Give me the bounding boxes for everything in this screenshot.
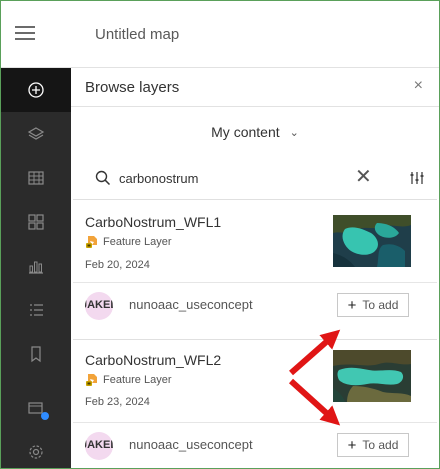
add-layer-button[interactable]: + To add (337, 293, 409, 317)
plus-icon: + (347, 296, 357, 314)
layer-card[interactable]: CarboNostrum_WFL1 Feature Layer Feb 20, … (73, 199, 437, 350)
search-input[interactable] (117, 166, 361, 190)
layer-date: Feb 20, 2024 (85, 259, 150, 271)
layer-type: Feature Layer (103, 374, 172, 386)
settings-icon[interactable] (1, 430, 71, 468)
content-source-label: My content (211, 124, 280, 140)
layer-card[interactable]: CarboNostrum_WFL2 Feature Layer Feb 23, … (73, 339, 437, 468)
avatar: JAKEL (85, 292, 113, 320)
notification-dot (41, 412, 49, 420)
add-icon[interactable] (1, 68, 71, 112)
chevron-down-icon: ⌄ (289, 126, 299, 139)
close-icon[interactable]: × (414, 77, 423, 95)
menu-icon[interactable] (15, 23, 35, 43)
feature-layer-icon (86, 374, 97, 386)
search-bar: ✕ (83, 158, 427, 198)
legend-icon[interactable] (1, 288, 71, 332)
layers-icon[interactable] (1, 112, 71, 156)
panel-title: Browse layers (85, 79, 180, 96)
map-thumbnail (333, 350, 411, 402)
owner-row: JAKEL nunoaac_useconcept + To add (73, 282, 437, 329)
table-icon[interactable] (1, 156, 71, 200)
avatar: JAKEL (85, 432, 113, 460)
basemap-icon[interactable] (1, 200, 71, 244)
side-rail (1, 68, 71, 468)
top-bar: Untitled map (1, 1, 439, 68)
bookmark-icon[interactable] (1, 332, 71, 376)
search-icon (95, 170, 111, 186)
map-thumbnail (333, 215, 411, 267)
content-source-dropdown[interactable]: My content ⌄ (71, 107, 439, 157)
add-button-label: To add (362, 438, 399, 452)
plus-icon: + (347, 436, 357, 454)
map-properties-icon[interactable] (1, 386, 71, 430)
owner-name: nunoaac_useconcept (129, 437, 253, 452)
charts-icon[interactable] (1, 244, 71, 288)
add-layer-button[interactable]: + To add (337, 433, 409, 457)
app-frame: Untitled map Browse layers × My content … (0, 0, 440, 469)
layer-type: Feature Layer (103, 236, 172, 248)
map-title: Untitled map (95, 26, 180, 43)
panel-header: Browse layers × (71, 68, 439, 107)
feature-layer-icon (86, 236, 97, 248)
layer-name: CarboNostrum_WFL1 (85, 214, 222, 230)
add-button-label: To add (362, 298, 399, 312)
layer-name: CarboNostrum_WFL2 (85, 352, 222, 368)
owner-row: JAKEL nunoaac_useconcept + To add (73, 422, 437, 468)
filter-icon[interactable] (409, 170, 425, 186)
browse-layers-panel: Browse layers × My content ⌄ ✕ CarboNost… (71, 68, 439, 468)
owner-name: nunoaac_useconcept (129, 297, 253, 312)
layer-date: Feb 23, 2024 (85, 396, 150, 408)
clear-search-icon[interactable]: ✕ (355, 164, 372, 189)
